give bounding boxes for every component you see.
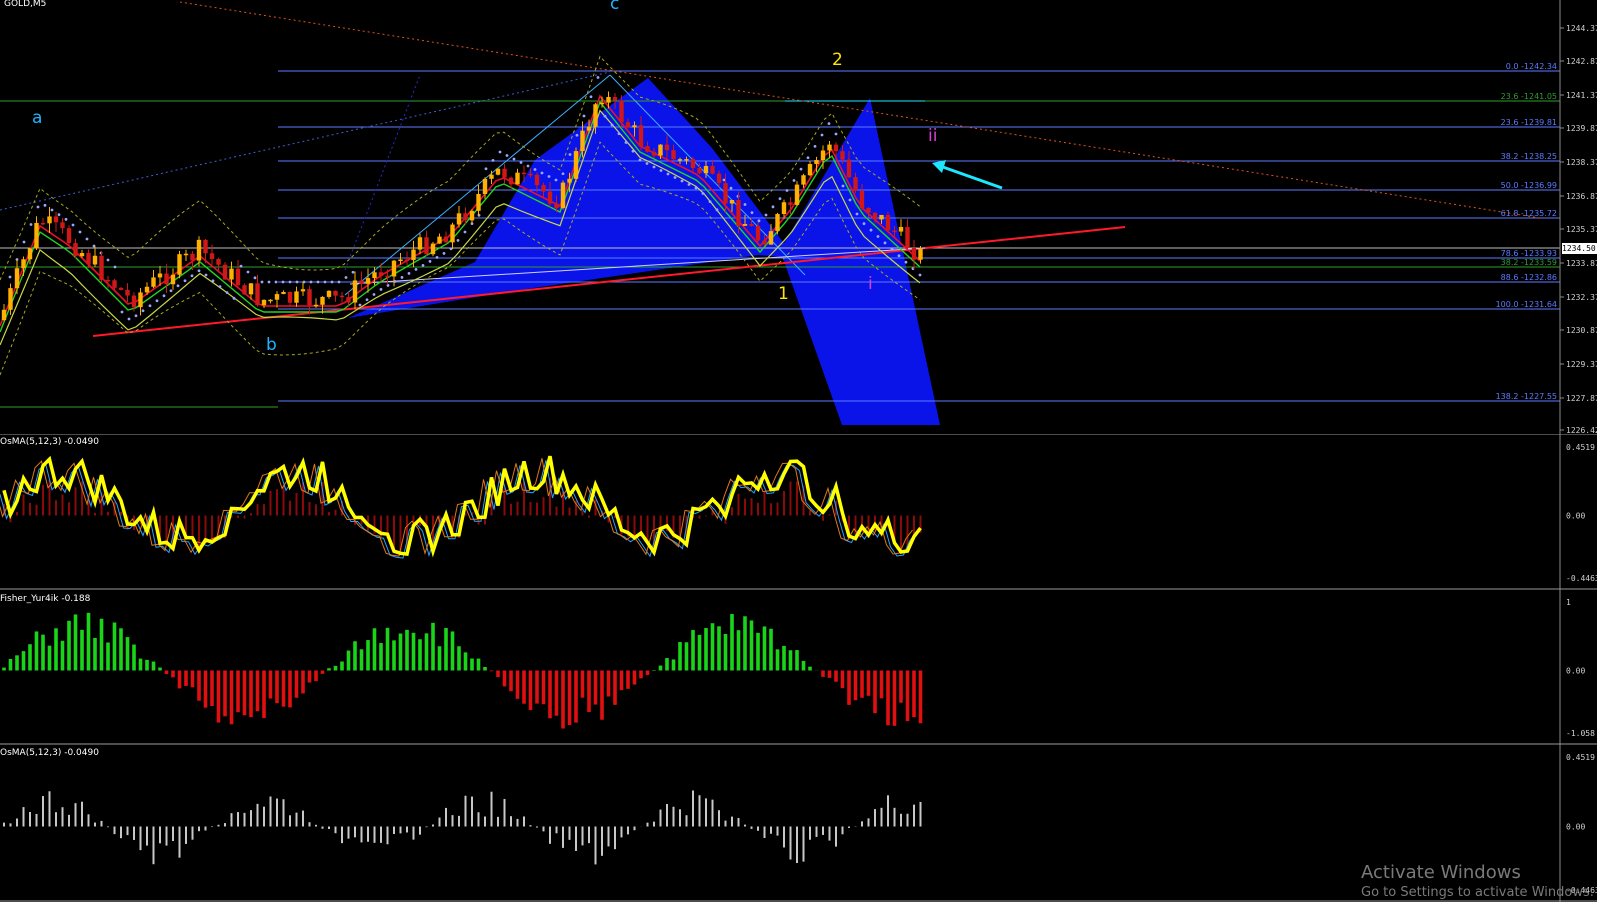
fib-level-label: 78.6 -1233.93 (1501, 249, 1557, 258)
price-axis-label: 1242.87 (1566, 57, 1597, 66)
oscillator-axis-label: 0.4519 (1566, 443, 1595, 452)
activation-watermark-title: Activate Windows (1361, 862, 1521, 883)
osma-panel-1-title: OsMA(5,12,3) -0.0490 (0, 437, 99, 447)
fisher-panel-title: Fisher_Yur4ik -0.188 (0, 594, 91, 604)
osma-panel-1[interactable]: 0.4519 0.00 -0.4463 (0, 435, 1597, 590)
price-axis-label: 1227.87 (1566, 394, 1597, 403)
price-axis-label: 1239.87 (1566, 124, 1597, 133)
price-axis-label: 1233.87 (1566, 259, 1597, 268)
fib-level-label: 23.6 -1241.05 (1501, 92, 1557, 101)
oscillator-axis-label: 1 (1566, 598, 1571, 607)
price-axis-label: 1229.37 (1566, 360, 1597, 369)
price-axis-label: 1236.87 (1566, 192, 1597, 201)
fib-level-label: 50.0 -1236.99 (1501, 181, 1557, 190)
fib-level-label: 38.2 -1233.59 (1501, 258, 1557, 267)
price-axis-label: 1238.37 (1566, 158, 1597, 167)
osma-panel-2-title: OsMA(5,12,3) -0.0490 (0, 748, 99, 758)
chart-symbol-title: GOLD,M5 (4, 0, 47, 9)
price-axis-label: 1241.37 (1566, 91, 1597, 100)
oscillator-axis-label: 0.00 (1566, 512, 1585, 521)
wave-label-a: a (32, 108, 43, 128)
price-axis-label: 1226.42 (1566, 426, 1597, 435)
price-axis-label: 1235.37 (1566, 225, 1597, 234)
wave-label-b: b (266, 335, 277, 355)
osma-panel-2[interactable]: 0.45190.00-0.4463 (0, 745, 1597, 902)
fib-level-label: 88.6 -1232.86 (1501, 273, 1557, 282)
fib-level-label: 100.0 -1231.64 (1496, 300, 1557, 309)
activation-watermark-subtitle: Go to Settings to activate Windows. (1361, 885, 1594, 900)
fib-level-label: 23.6 -1239.81 (1501, 118, 1557, 127)
oscillator-axis-label: 0.00 (1566, 823, 1585, 832)
fib-level-label: 138.2 -1227.55 (1496, 392, 1557, 401)
wave-label-2: 2 (832, 50, 843, 70)
oscillator-axis-label: -0.4463 (1566, 574, 1597, 583)
price-axis-label: 1232.37 (1566, 293, 1597, 302)
main-price-chart[interactable]: 0.0 -1242.34 23.6 -1241.05 23.6 -1239.81 38… (0, 0, 1597, 435)
fib-level-label: 38.2 -1238.25 (1501, 152, 1557, 161)
fib-level-label: 0.0 -1242.34 (1506, 62, 1557, 71)
wave-label-ii: ii (928, 126, 938, 146)
wave-label-c: c (610, 0, 620, 14)
oscillator-axis-label: 0.00 (1566, 667, 1585, 676)
oscillator-axis-label: 0.4519 (1566, 753, 1595, 762)
oscillator-axis-label: -1.058 (1566, 729, 1595, 738)
wave-label-i: i (868, 274, 873, 294)
arrow-icon (932, 160, 1003, 190)
wave-label-1: 1 (778, 284, 789, 304)
current-price-tag: 1234.50 (1562, 243, 1597, 254)
price-axis-label: 1244.37 (1566, 24, 1597, 33)
terminal-chart-window[interactable]: 0.0 -1242.34 23.6 -1241.05 23.6 -1239.81 38… (0, 0, 1597, 902)
price-axis-label: 1230.87 (1566, 326, 1597, 335)
fisher-panel[interactable]: 1 0.00 -1.058 (0, 590, 1597, 745)
